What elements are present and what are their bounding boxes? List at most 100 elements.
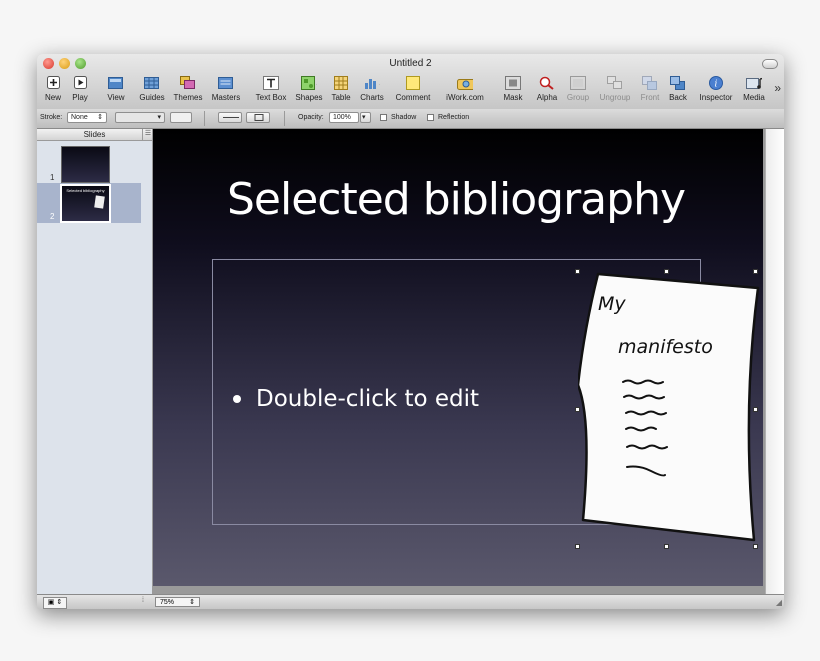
svg-text:i: i: [715, 79, 718, 89]
selection-handle[interactable]: [753, 269, 758, 274]
format-bar: Stroke: None ⇕ ▾ Opacity: 100% ▾ Shadow R…: [37, 109, 784, 129]
slide-thumbnail-row-selected[interactable]: 2 Selected bibliography: [37, 183, 141, 223]
fill-button[interactable]: [246, 112, 270, 123]
grid-icon: [144, 75, 160, 90]
opacity-field[interactable]: 100%: [329, 112, 359, 123]
opacity-value: 100%: [333, 114, 351, 121]
splitter-handle-icon[interactable]: ⁞: [142, 597, 144, 604]
view-icon: [108, 75, 124, 90]
keynote-window: Untitled 2 New Play View Guides Themes M…: [37, 54, 784, 609]
slide-number: 1: [50, 173, 55, 182]
line-icon: [223, 117, 239, 118]
zoom-select[interactable]: 75% ⇕: [155, 597, 200, 607]
toolbar-label: Comment: [395, 93, 431, 102]
toolbar-label: Masters: [211, 93, 241, 102]
stroke-style-select[interactable]: None ⇕: [67, 112, 107, 123]
selection-handle[interactable]: [575, 544, 580, 549]
toolbar-label: Text Box: [255, 93, 287, 102]
bullet-text: Double-click to edit: [256, 386, 480, 412]
toolbar-label: Themes: [173, 93, 203, 102]
window-title: Untitled 2: [389, 58, 432, 69]
toolbar-masters-button[interactable]: Masters: [201, 75, 251, 102]
slide-thumbnail-row[interactable]: 1: [37, 144, 141, 184]
chevron-updown-icon: ⇕: [97, 114, 103, 121]
charts-icon: [364, 75, 380, 90]
reflection-label: Reflection: [438, 114, 470, 121]
toolbar-overflow-button[interactable]: »: [774, 81, 781, 95]
opacity-label: Opacity:: [298, 114, 324, 121]
selection-handle[interactable]: [753, 407, 758, 412]
line-endpoint-button[interactable]: [218, 112, 242, 123]
reflection-checkbox[interactable]: [427, 114, 434, 121]
slides-header-label: Slides: [83, 130, 106, 139]
toolbar-iwork-button[interactable]: iWork.com: [440, 75, 490, 102]
toolbar-label: Group: [566, 93, 590, 102]
comment-icon: [405, 75, 421, 90]
toolbar-label: View: [107, 93, 125, 102]
toolbar-label: Back: [669, 93, 687, 102]
selection-handle[interactable]: [753, 544, 758, 549]
bullet-item: Double-click to edit: [233, 386, 479, 412]
slide-navigator: Slides ☰ 1 2 Selected bibliography: [37, 129, 153, 594]
play-icon: [72, 75, 88, 90]
slide-thumbnail[interactable]: [61, 146, 110, 183]
toolbar-label: Mask: [503, 93, 523, 102]
toolbar-label: Play: [72, 93, 88, 102]
selection-handle[interactable]: [575, 269, 580, 274]
stroke-label: Stroke:: [40, 114, 63, 121]
selection-handle[interactable]: [664, 269, 669, 274]
chevron-updown-icon: ⇕: [189, 599, 195, 606]
toolbar-separator: [204, 111, 205, 126]
masters-icon: [218, 75, 234, 90]
toolbar-label: Inspector: [699, 93, 733, 102]
shapes-icon: [301, 75, 317, 90]
stroke-style-value: None: [71, 114, 88, 121]
media-icon: [746, 75, 762, 90]
shadow-checkbox[interactable]: [380, 114, 387, 121]
slide-canvas-area: Selected bibliography Double-click to ed…: [153, 129, 784, 594]
toolbar-label: Charts: [360, 93, 384, 102]
view-mode-button[interactable]: ▣ ⇕: [43, 597, 67, 609]
thumbnail-title: Selected bibliography: [66, 188, 105, 193]
slides-header: Slides ☰: [37, 129, 152, 141]
chevron-down-icon: ▾: [157, 114, 161, 121]
chevron-down-icon: ▾: [362, 114, 366, 121]
toolbar-media-button[interactable]: Media: [729, 75, 779, 102]
toolbar-label: iWork.com: [446, 93, 484, 102]
mask-icon: [505, 75, 521, 90]
info-icon: i: [708, 75, 724, 90]
slide-number: 2: [50, 212, 55, 221]
title-bar: Untitled 2 New Play View Guides Themes M…: [37, 54, 784, 110]
toolbar-label: Media: [743, 93, 765, 102]
slide-view-icon: ▣ ⇕: [47, 599, 63, 606]
slide-thumbnail[interactable]: Selected bibliography: [60, 184, 111, 223]
back-icon: [670, 75, 686, 90]
bottom-bar: ▣ ⇕ ⁞ 75% ⇕ ◢: [37, 594, 784, 609]
slide-canvas[interactable]: Selected bibliography Double-click to ed…: [153, 129, 763, 586]
note-line-1: My: [598, 293, 626, 315]
stroke-color-well[interactable]: [170, 112, 192, 123]
toolbar-separator: [284, 111, 285, 126]
bullet-dot-icon: [233, 395, 241, 403]
slide-title[interactable]: Selected bibliography: [153, 174, 759, 225]
selection-handle[interactable]: [575, 407, 580, 412]
text-box-icon: [263, 75, 279, 90]
selection-handle[interactable]: [664, 544, 669, 549]
toolbar-toggle-button[interactable]: [762, 59, 778, 69]
shadow-label: Shadow: [391, 114, 417, 121]
rectangle-icon: [254, 114, 264, 121]
themes-icon: [180, 75, 196, 90]
ungroup-icon: [607, 75, 623, 90]
thumbnail-note-image: [94, 195, 105, 209]
navigator-menu-button[interactable]: ☰: [142, 129, 153, 140]
opacity-dropdown-button[interactable]: ▾: [360, 112, 371, 123]
note-line-2: manifesto: [618, 336, 713, 358]
iwork-icon: [457, 75, 473, 90]
resize-grip-icon[interactable]: ◢: [776, 598, 782, 607]
toolbar-comment-button[interactable]: Comment: [388, 75, 438, 102]
stroke-width-select[interactable]: ▾: [115, 112, 165, 123]
manifesto-note-image[interactable]: My manifesto: [578, 270, 763, 548]
vertical-scrollbar[interactable]: [765, 129, 784, 594]
zoom-value: 75%: [160, 599, 175, 606]
group-icon: [570, 75, 586, 90]
